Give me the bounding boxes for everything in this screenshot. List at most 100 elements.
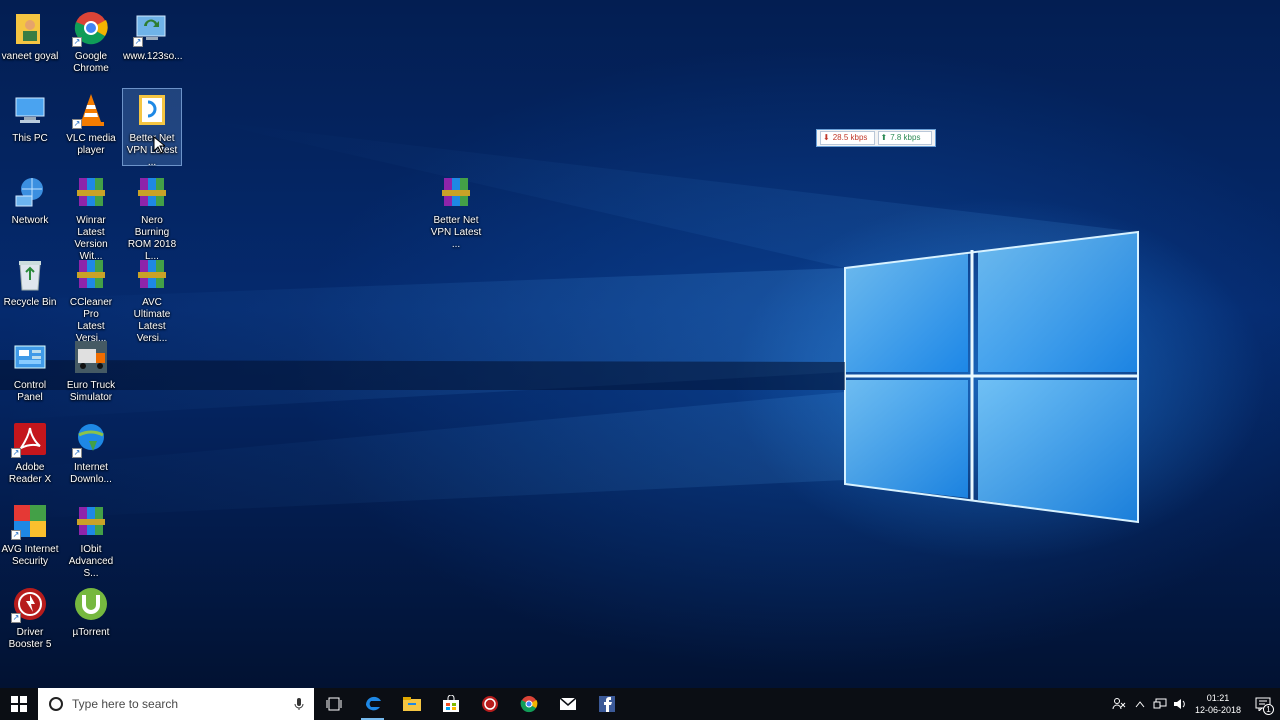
folder-icon: [402, 697, 421, 711]
driver-booster-icon: ↗: [11, 586, 48, 623]
shortcut-arrow-icon: ↗: [72, 119, 82, 129]
taskbar-facebook[interactable]: [587, 688, 626, 720]
search-placeholder: Type here to search: [72, 697, 179, 711]
upload-arrow-icon: ⬆: [880, 133, 888, 142]
download-speed: ⬇ 28.5 kbps: [820, 131, 875, 145]
icon-label: Driver Booster 5: [8, 627, 52, 650]
icon-label: Google Chrome: [73, 51, 109, 74]
upload-speed: ⬆ 7.8 kbps: [877, 131, 932, 145]
download-arrow-icon: ⬇: [823, 133, 830, 142]
vlc-cone-icon: ↗: [72, 92, 109, 129]
network-monitor-icon: [1153, 698, 1167, 709]
monitor-refresh-icon: ↗: [133, 10, 170, 47]
taskbar-store[interactable]: [431, 688, 470, 720]
avg-icon: ↗: [11, 503, 48, 540]
desktop-icon-utorrent[interactable]: µTorrent: [61, 582, 121, 660]
adobe-reader-icon: ↗: [11, 421, 48, 458]
mouse-cursor-icon: [153, 136, 165, 154]
clock-time: 01:21: [1206, 693, 1230, 703]
desktop-icon-www123so[interactable]: ↗ www.123so...: [122, 6, 182, 84]
task-view-button[interactable]: [314, 688, 353, 720]
icon-label: This PC: [12, 133, 48, 144]
speaker-icon: [1174, 699, 1185, 709]
windows-logo-icon: [11, 696, 27, 712]
icon-label: Better Net VPN Latest ...: [126, 133, 178, 168]
taskbar-mail[interactable]: [548, 688, 587, 720]
net-speed-meter[interactable]: ⬇ 28.5 kbps ⬆ 7.8 kbps: [816, 129, 936, 147]
desktop-icon-vlc[interactable]: ↗ VLC media player: [61, 88, 121, 166]
desktop-icon-control-panel[interactable]: Control Panel: [0, 335, 60, 413]
desktop-icon-this-pc[interactable]: This PC: [0, 88, 60, 166]
taskbar-driver-booster[interactable]: [470, 688, 509, 720]
people-button[interactable]: [1108, 688, 1130, 720]
download-speed-value: 28.5 kbps: [832, 133, 868, 142]
upload-speed-value: 7.8 kbps: [890, 133, 921, 142]
taskbar: Type here to search 01:21 12-06-2018 1: [0, 688, 1280, 720]
icon-label: Internet Downlo...: [70, 462, 112, 485]
winrar-archive-icon: [73, 503, 109, 539]
icon-label: VLC media player: [66, 133, 116, 156]
desktop-icon-iobit[interactable]: IObit Advanced S...: [61, 499, 121, 579]
network-globe-icon: [12, 174, 48, 210]
network-status-button[interactable]: [1150, 688, 1170, 720]
computer-icon: [12, 92, 48, 128]
icon-label: Adobe Reader X: [8, 462, 52, 485]
taskbar-file-explorer[interactable]: [392, 688, 431, 720]
desktop-icon-network[interactable]: Network: [0, 170, 60, 248]
winrar-archive-icon: [73, 256, 109, 292]
user-folder-icon: [12, 10, 48, 46]
winrar-archive-icon: [438, 174, 474, 210]
shortcut-arrow-icon: ↗: [11, 530, 21, 540]
cortana-circle-icon: [49, 697, 63, 711]
chrome-icon: [520, 696, 537, 713]
search-box[interactable]: Type here to search: [38, 688, 314, 720]
edge-icon: [365, 696, 381, 711]
shortcut-arrow-icon: ↗: [11, 613, 21, 623]
driver-booster-icon: [481, 696, 498, 712]
task-view-icon: [326, 697, 341, 711]
chevron-up-icon: [1135, 701, 1145, 708]
shortcut-arrow-icon: ↗: [72, 448, 82, 458]
control-panel-icon: [12, 339, 48, 375]
microphone-icon[interactable]: [294, 697, 304, 711]
icon-label: Recycle Bin: [3, 297, 57, 308]
desktop-icon-betternet-rar[interactable]: Better Net VPN Latest ...: [426, 170, 486, 250]
start-button[interactable]: [0, 688, 38, 720]
desktop-icon-avc[interactable]: AVC Ultimate Latest Versi...: [122, 252, 182, 344]
utorrent-icon: [73, 586, 109, 622]
people-icon: [1112, 698, 1126, 710]
icon-label: www.123so...: [123, 51, 183, 62]
notification-count: 1: [1263, 704, 1274, 715]
store-bag-icon: [442, 695, 459, 712]
desktop-icon-recycle-bin[interactable]: Recycle Bin: [0, 252, 60, 330]
taskbar-chrome[interactable]: [509, 688, 548, 720]
desktop-icon-vaneet-goyal[interactable]: vaneet goyal: [0, 6, 60, 84]
desktop-icon-adobe-reader[interactable]: ↗ Adobe Reader X: [0, 417, 60, 495]
desktop-icon-winrar[interactable]: Winrar Latest Version Wit...: [61, 170, 121, 262]
winrar-archive-icon: [134, 256, 170, 292]
icon-label: vaneet goyal: [1, 51, 59, 62]
shortcut-arrow-icon: ↗: [133, 37, 143, 47]
icon-label: IObit Advanced S...: [68, 544, 114, 579]
windows-logo-wallpaper: [0, 120, 1139, 524]
action-center-button[interactable]: 1: [1246, 688, 1280, 720]
show-hidden-icons-button[interactable]: [1130, 688, 1150, 720]
icon-label: AVG Internet Security: [1, 544, 59, 567]
desktop-icon-betternet-vpn-selected[interactable]: Better Net VPN Latest ...: [122, 88, 182, 168]
desktop-icon-driver-booster[interactable]: ↗ Driver Booster 5: [0, 582, 60, 660]
desktop-icon-google-chrome[interactable]: ↗ Google Chrome: [61, 6, 121, 84]
winrar-archive-icon: [134, 174, 170, 210]
euro-truck-icon: [73, 339, 109, 375]
shortcut-arrow-icon: ↗: [11, 448, 21, 458]
volume-button[interactable]: [1170, 688, 1190, 720]
desktop-icon-ccleaner[interactable]: CCleaner Pro Latest Versi...: [61, 252, 121, 344]
icon-label: Better Net VPN Latest ...: [430, 215, 482, 250]
clock[interactable]: 01:21 12-06-2018: [1190, 692, 1246, 716]
desktop: vaneet goyal This PC Network Recycle Bin…: [0, 0, 1280, 688]
betternet-installer-icon: [134, 92, 170, 128]
desktop-icon-idm[interactable]: ↗ Internet Downlo...: [61, 417, 121, 495]
desktop-icon-nero[interactable]: Nero Burning ROM 2018 L...: [122, 170, 182, 262]
taskbar-edge[interactable]: [353, 688, 392, 720]
desktop-icon-euro-truck[interactable]: Euro Truck Simulator: [61, 335, 121, 413]
desktop-icon-avg[interactable]: ↗ AVG Internet Security: [0, 499, 60, 577]
